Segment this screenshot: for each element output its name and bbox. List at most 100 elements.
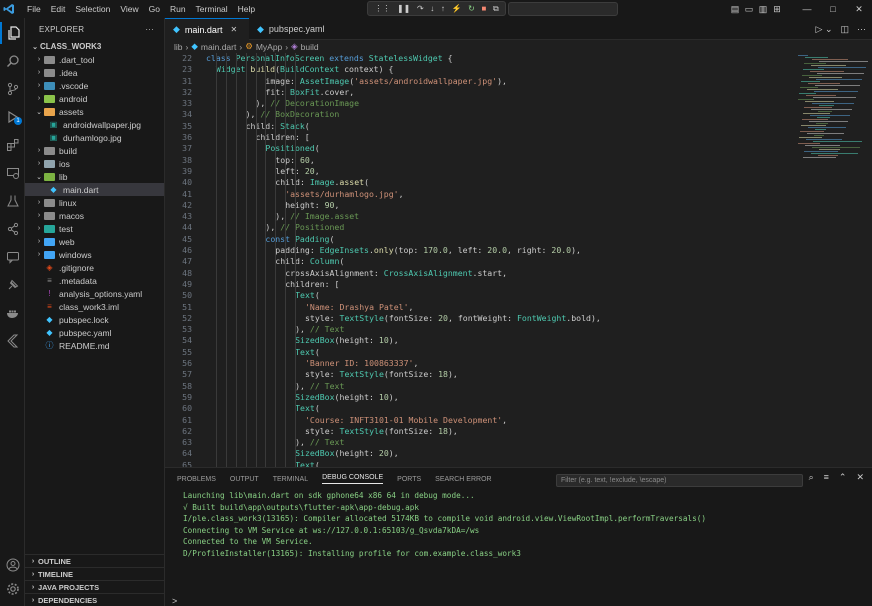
clear-console-icon[interactable]: ≡	[824, 472, 829, 483]
hot-reload-icon[interactable]: ⚡	[452, 2, 462, 15]
tree-item-label: test	[59, 223, 73, 234]
run-and-debug-icon[interactable]: 1	[0, 106, 25, 128]
tree-item-lib[interactable]: ⌄ lib	[25, 170, 164, 183]
search-icon[interactable]: ⌕	[809, 472, 814, 483]
tree-item-durhamlogo-jpg[interactable]: ▣ durhamlogo.jpg	[25, 131, 164, 144]
close-icon[interactable]: ✕	[230, 25, 237, 34]
tree-item-macos[interactable]: › macos	[25, 209, 164, 222]
pin-icon[interactable]	[0, 274, 25, 296]
chat-icon[interactable]	[0, 246, 25, 268]
tree-item-vscode[interactable]: › .vscode	[25, 79, 164, 92]
tree-item-label: build	[59, 145, 77, 156]
tab-output[interactable]: OUTPUT	[230, 476, 259, 483]
tree-item-metadata[interactable]: ≡ .metadata	[25, 274, 164, 287]
section-java-projects[interactable]: › JAVA PROJECTS	[25, 580, 165, 593]
menu-item-view[interactable]: View	[115, 0, 143, 18]
flutter-icon[interactable]	[0, 218, 25, 240]
tree-item-ios[interactable]: › ios	[25, 157, 164, 170]
tree-item-readme-md[interactable]: ⓘ README.md	[25, 339, 164, 352]
toggle-panel-icon[interactable]: ▭	[742, 4, 756, 15]
stop-icon[interactable]: ■	[481, 2, 486, 15]
extensions-icon[interactable]	[0, 134, 25, 156]
restart-icon[interactable]: ↻	[468, 2, 475, 15]
breadcrumb-item[interactable]: main.dart	[201, 42, 236, 52]
menu-item-terminal[interactable]: Terminal	[191, 0, 233, 18]
source-control-icon[interactable]	[0, 78, 25, 100]
tree-item-assets[interactable]: ⌄ assets	[25, 105, 164, 118]
step-into-icon[interactable]: ↓	[430, 2, 434, 15]
menu-item-file[interactable]: File	[22, 0, 46, 18]
breadcrumb-item[interactable]: lib	[174, 42, 183, 52]
tree-item-idea[interactable]: › .idea	[25, 66, 164, 79]
flutter-outline-icon[interactable]	[0, 330, 25, 352]
section-outline[interactable]: › OUTLINE	[25, 554, 165, 567]
menu-item-run[interactable]: Run	[165, 0, 191, 18]
tab-problems[interactable]: PROBLEMS	[177, 476, 216, 483]
tab-search-error[interactable]: SEARCH ERROR	[435, 476, 491, 483]
filter-input[interactable]: Filter (e.g. text, !exclude, \escape)	[556, 474, 803, 487]
explorer-icon[interactable]	[0, 22, 25, 44]
tree-item-windows[interactable]: › windows	[25, 248, 164, 261]
tree-item-class-work3-iml[interactable]: ≡ class_work3.iml	[25, 300, 164, 313]
minimap-line	[807, 133, 844, 134]
run-icon[interactable]: ▷ ⌄	[816, 24, 833, 35]
code-editor[interactable]: 22 class PersonalInfoScreen extends State…	[165, 53, 790, 467]
tree-item-pubspec-yaml[interactable]: ◆ pubspec.yaml	[25, 326, 164, 339]
project-folder[interactable]: ⌄ CLASS_WORK3	[25, 40, 164, 53]
account-icon[interactable]	[0, 554, 25, 576]
minimap[interactable]	[790, 53, 872, 163]
tab-pubspec-yaml[interactable]: ◆ pubspec.yaml	[249, 18, 337, 40]
tab-ports[interactable]: PORTS	[397, 476, 421, 483]
step-out-icon[interactable]: ↑	[441, 2, 445, 15]
tab-main-dart[interactable]: ◆ main.dart ✕	[165, 18, 249, 40]
search-icon[interactable]	[0, 50, 25, 72]
pause-icon[interactable]: ❚❚	[397, 2, 410, 15]
menu-item-selection[interactable]: Selection	[70, 0, 115, 18]
dart-file-icon: ◆	[46, 314, 53, 324]
project-name: CLASS_WORK3	[40, 42, 102, 51]
more-actions-icon[interactable]: ···	[145, 25, 154, 34]
tab-debug-console[interactable]: DEBUG CONSOLE	[322, 474, 384, 484]
split-editor-icon[interactable]: ◫	[840, 24, 849, 35]
tree-item-linux[interactable]: › linux	[25, 196, 164, 209]
tab-terminal[interactable]: TERMINAL	[273, 476, 308, 483]
tree-item-analysis-options-yaml[interactable]: ! analysis_options.yaml	[25, 287, 164, 300]
docker-icon[interactable]	[0, 302, 25, 324]
breadcrumb-item[interactable]: build	[301, 42, 319, 52]
close-window-icon[interactable]: ✕	[846, 4, 872, 15]
tree-item-build[interactable]: › build	[25, 144, 164, 157]
tree-item-test[interactable]: › test	[25, 222, 164, 235]
menu-item-go[interactable]: Go	[144, 0, 165, 18]
console-prompt[interactable]: >	[172, 596, 177, 606]
section-timeline[interactable]: › TIMELINE	[25, 567, 165, 580]
command-center-search[interactable]	[508, 2, 618, 16]
customize-layout-icon[interactable]: ⊞	[770, 4, 784, 15]
code-token: children	[285, 278, 325, 289]
drag-handle-icon[interactable]: ⋮⋮	[374, 2, 390, 15]
code-token: , right:	[507, 245, 552, 256]
section-label: DEPENDENCIES	[38, 595, 98, 605]
remote-explorer-icon[interactable]	[0, 162, 25, 184]
tree-item-gitignore[interactable]: ◈ .gitignore	[25, 261, 164, 274]
menu-item-help[interactable]: Help	[233, 0, 260, 18]
toggle-sidebar-icon[interactable]: ▤	[728, 4, 742, 15]
close-panel-icon[interactable]: ✕	[856, 472, 864, 483]
minimize-icon[interactable]: —	[794, 4, 820, 14]
step-over-icon[interactable]: ↷	[417, 2, 424, 15]
maximize-icon[interactable]: □	[820, 4, 846, 14]
manage-gear-icon[interactable]	[0, 578, 25, 600]
breadcrumb-item[interactable]: MyApp	[256, 42, 282, 52]
tree-item-dart-tool[interactable]: › .dart_tool	[25, 53, 164, 66]
tree-item-android[interactable]: › android	[25, 92, 164, 105]
more-actions-icon[interactable]: ···	[857, 24, 866, 34]
devtools-icon[interactable]: ⧉	[493, 2, 499, 15]
testing-icon[interactable]	[0, 190, 25, 212]
tree-item-main-dart[interactable]: ◆ main.dart	[25, 183, 164, 196]
toggle-secondary-sidebar-icon[interactable]: ▥	[756, 4, 770, 15]
tree-item-web[interactable]: › web	[25, 235, 164, 248]
maximize-panel-icon[interactable]: ⌃	[839, 472, 847, 483]
section-dependencies[interactable]: › DEPENDENCIES	[25, 593, 165, 606]
tree-item-androidwallpaper-jpg[interactable]: ▣ androidwallpaper.jpg	[25, 118, 164, 131]
menu-item-edit[interactable]: Edit	[46, 0, 71, 18]
tree-item-pubspec-lock[interactable]: ◆ pubspec.lock	[25, 313, 164, 326]
